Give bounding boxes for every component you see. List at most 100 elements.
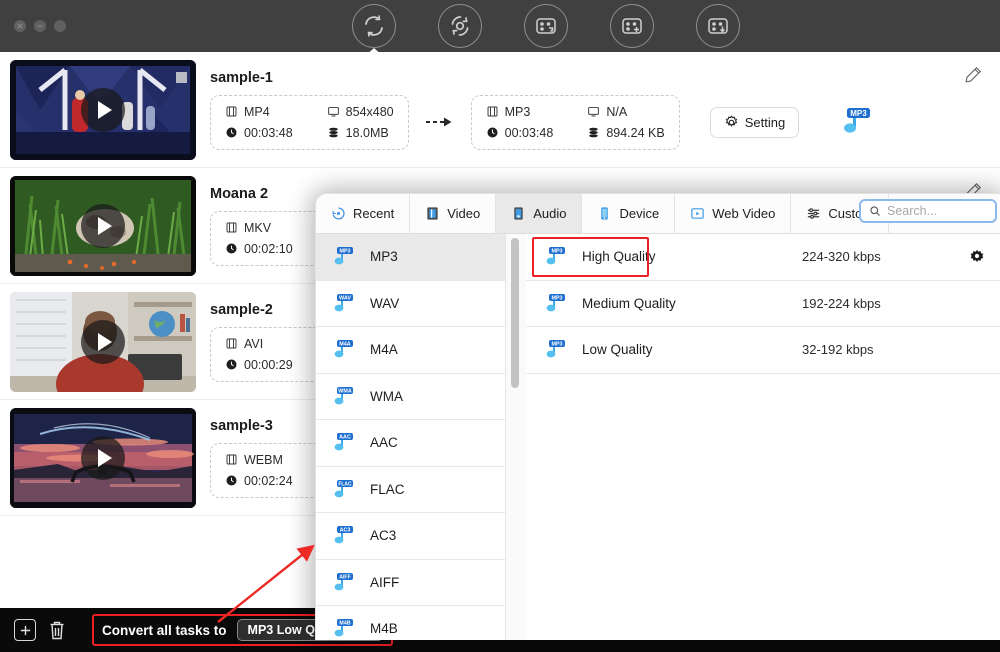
toolbox-tab[interactable] bbox=[524, 4, 568, 48]
search-input[interactable]: Search... bbox=[859, 199, 997, 223]
format-item-wma[interactable]: WMA WMA bbox=[316, 374, 505, 420]
format-item-mp3[interactable]: MP3 MP3 bbox=[316, 234, 505, 281]
plus-icon bbox=[20, 625, 30, 635]
add-file-button[interactable] bbox=[14, 619, 36, 641]
wma-format-icon: WMA bbox=[330, 385, 358, 408]
quality-list[interactable]: MP3 High Quality 224-320 kbps MP3 Medium… bbox=[526, 234, 1000, 640]
file-name: sample-1 bbox=[210, 69, 273, 86]
format-item-m4b[interactable]: M4B M4B bbox=[316, 606, 505, 640]
app-window: sample-1 MP4 854x480 00:03:48 18.0MB MP3… bbox=[0, 0, 1000, 652]
source-format: AVI bbox=[225, 337, 293, 351]
quality-label: High Quality bbox=[582, 249, 656, 265]
tab-recent[interactable]: Recent bbox=[316, 194, 411, 233]
compress-tab[interactable] bbox=[438, 4, 482, 48]
setting-button[interactable]: Setting bbox=[709, 106, 800, 138]
svg-text:AC3: AC3 bbox=[340, 528, 351, 534]
format-label: AC3 bbox=[370, 528, 397, 544]
m4b-format-icon: M4B bbox=[330, 617, 358, 640]
aac-format-icon: AAC bbox=[330, 431, 358, 454]
format-item-m4a[interactable]: M4A M4A bbox=[316, 327, 505, 374]
device-icon bbox=[601, 207, 609, 220]
target-duration: 00:03:48 bbox=[486, 126, 553, 140]
format-list-scrollbar[interactable] bbox=[506, 234, 526, 640]
source-resolution: 854x480 bbox=[327, 105, 394, 119]
video-thumbnail[interactable] bbox=[10, 175, 196, 276]
target-format: MP3 bbox=[486, 105, 554, 119]
minimize-button[interactable] bbox=[34, 20, 46, 32]
title-bar bbox=[0, 0, 1000, 52]
flac-format-icon: FLAC bbox=[330, 478, 358, 501]
source-duration: 00:02:10 bbox=[225, 242, 293, 256]
tab-web-video[interactable]: Web Video bbox=[675, 194, 792, 233]
format-item-flac[interactable]: FLAC FLAC bbox=[316, 467, 505, 513]
edit-icon[interactable] bbox=[964, 66, 982, 84]
play-icon[interactable] bbox=[81, 435, 125, 480]
tab-device[interactable]: Device bbox=[582, 194, 676, 233]
target-resolution: N/A bbox=[587, 105, 664, 119]
window-controls bbox=[14, 20, 66, 32]
format-item-ac3[interactable]: AC3 AC3 bbox=[316, 513, 505, 560]
scrollbar-thumb[interactable] bbox=[511, 238, 519, 388]
close-button[interactable] bbox=[14, 20, 26, 32]
tab-device-label: Device bbox=[619, 206, 660, 221]
mp3-badge-icon: MP3 bbox=[542, 292, 570, 315]
gear-icon bbox=[725, 114, 738, 127]
video-thumbnail[interactable] bbox=[10, 59, 196, 160]
quality-settings-gear-icon[interactable] bbox=[969, 249, 985, 265]
file-row[interactable]: sample-1 MP4 854x480 00:03:48 18.0MB MP3… bbox=[0, 52, 1000, 168]
source-duration: 00:00:29 bbox=[225, 358, 293, 372]
merge-tab[interactable] bbox=[610, 4, 654, 48]
format-item-aac[interactable]: AAC AAC bbox=[316, 420, 505, 467]
target-size: 894.24 KB bbox=[587, 126, 665, 140]
source-card[interactable]: MP4 854x480 00:03:48 18.0MB bbox=[210, 94, 409, 150]
quality-bitrate: 192-224 kbps bbox=[802, 295, 881, 311]
video-thumbnail[interactable] bbox=[10, 407, 196, 508]
tab-video[interactable]: Video bbox=[410, 194, 497, 233]
play-icon[interactable] bbox=[81, 87, 125, 132]
quality-item-low[interactable]: MP3 Low Quality 32-192 kbps bbox=[526, 327, 1000, 374]
play-icon[interactable] bbox=[81, 319, 125, 364]
format-label: M4A bbox=[370, 342, 398, 358]
format-item-wav[interactable]: WAV WAV bbox=[316, 281, 505, 327]
format-list[interactable]: MP3 MP3 WAV WAV M4A M4A WMA WMA AAC AAC … bbox=[316, 234, 506, 640]
quality-item-high[interactable]: MP3 High Quality 224-320 kbps bbox=[526, 234, 1000, 281]
output-format-icon[interactable]: MP3 bbox=[837, 105, 879, 139]
format-picker-popup[interactable]: Recent Video Audio Device Web Video Cust… bbox=[315, 193, 1000, 640]
video-icon bbox=[427, 207, 438, 220]
quality-label: Medium Quality bbox=[582, 295, 676, 311]
tab-web-video-label: Web Video bbox=[712, 206, 776, 221]
format-picker-body: MP3 MP3 WAV WAV M4A M4A WMA WMA AAC AAC … bbox=[316, 234, 1000, 640]
format-item-aiff[interactable]: AIFF AIFF bbox=[316, 560, 505, 606]
quality-label: Low Quality bbox=[582, 342, 653, 358]
delete-button[interactable] bbox=[48, 618, 70, 642]
play-icon[interactable] bbox=[81, 203, 125, 248]
source-format: MKV bbox=[225, 221, 293, 235]
quality-bitrate: 224-320 kbps bbox=[802, 249, 881, 265]
mp3-format-icon: MP3 bbox=[330, 245, 358, 268]
format-label: AIFF bbox=[370, 574, 400, 590]
tab-audio[interactable]: Audio bbox=[496, 194, 583, 233]
svg-text:MP3: MP3 bbox=[551, 342, 562, 348]
quality-bitrate: 32-192 kbps bbox=[802, 342, 874, 358]
tab-recent-label: Recent bbox=[353, 206, 395, 221]
quality-item-medium[interactable]: MP3 Medium Quality 192-224 kbps bbox=[526, 281, 1000, 327]
zoom-button[interactable] bbox=[54, 20, 66, 32]
search-icon bbox=[870, 206, 880, 216]
source-format: WEBM bbox=[225, 453, 293, 467]
target-card[interactable]: MP3 N/A 00:03:48 894.24 KB bbox=[470, 94, 680, 150]
recent-icon bbox=[332, 207, 345, 220]
toolbar bbox=[352, 4, 740, 48]
mp3-badge-icon: MP3 bbox=[542, 245, 570, 268]
conversion-summary: MP4 854x480 00:03:48 18.0MB MP3 N/A 00:0… bbox=[210, 94, 1000, 150]
custom-icon bbox=[808, 208, 820, 219]
tab-audio-label: Audio bbox=[533, 206, 567, 221]
convert-tab[interactable] bbox=[352, 4, 396, 48]
download-tab[interactable] bbox=[696, 4, 740, 48]
format-label: WAV bbox=[370, 295, 400, 311]
search-placeholder: Search... bbox=[887, 204, 938, 218]
trash-icon bbox=[50, 621, 64, 640]
svg-text:MP3: MP3 bbox=[339, 249, 350, 255]
source-duration: 00:02:24 bbox=[225, 474, 293, 488]
video-thumbnail[interactable] bbox=[10, 291, 196, 392]
source-format: MP4 bbox=[225, 105, 293, 119]
